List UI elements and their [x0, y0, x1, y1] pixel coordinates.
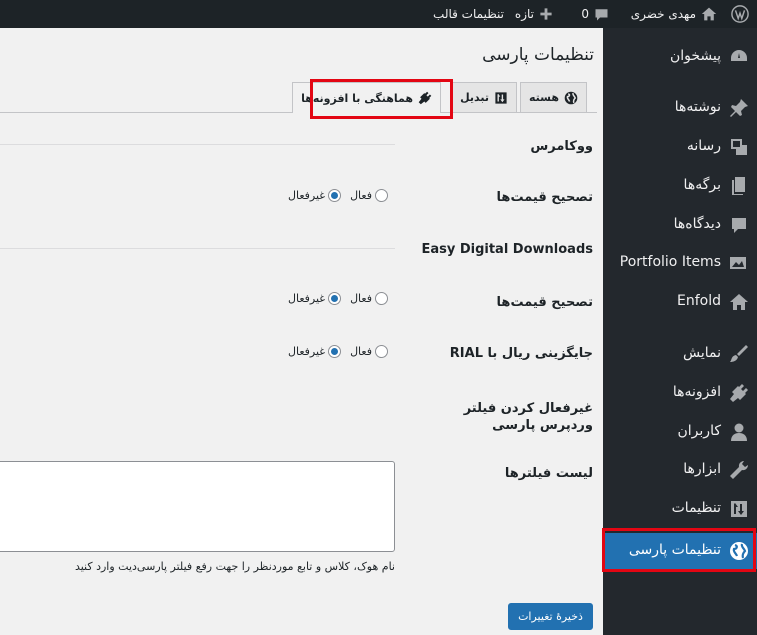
- tab-label: هسته: [529, 91, 559, 104]
- plugin-icon: [418, 91, 432, 105]
- edd-rial-radios: فعال غیرفعال: [288, 345, 388, 358]
- sidebar-item-label: دیدگاه‌ها: [673, 216, 721, 232]
- page-title: تنظیمات پارسی: [482, 45, 594, 65]
- sidebar-item-label: تنظیمات پارسی: [628, 542, 721, 558]
- radio-active[interactable]: [374, 292, 388, 305]
- new-content-link[interactable]: تازه: [515, 0, 553, 28]
- sidebar-item-settings[interactable]: تنظیمات: [603, 491, 757, 527]
- edd-price-fix-radios: فعال غیرفعال: [288, 292, 388, 305]
- tab-label: هماهنگی با افزونه‌ها: [301, 91, 413, 105]
- sidebar-item-portfolio[interactable]: Portfolio Items: [603, 245, 757, 281]
- sidebar-item-posts[interactable]: نوشته‌ها: [603, 90, 757, 126]
- sidebar-item-label: نوشته‌ها: [674, 99, 721, 115]
- sidebar-item-tools[interactable]: ابزارها: [603, 452, 757, 488]
- radio-label-inactive: غیرفعال: [288, 292, 326, 305]
- theme-settings-link[interactable]: تنظیمات قالب: [433, 0, 504, 28]
- media-icon: [731, 139, 747, 155]
- field-label-edd-rial: جایگزینی ریال با RIAL: [449, 346, 593, 361]
- admin-sidebar: پیشخوان نوشته‌ها رسانه برگه‌ها دیدگاه‌ها…: [595, 28, 757, 635]
- sidebar-item-label: ابزارها: [683, 461, 721, 477]
- home-icon: [701, 7, 717, 21]
- sidebar-item-dashboard[interactable]: پیشخوان: [603, 39, 757, 75]
- admin-bar: مهدی خضری 0 تازه تنظیمات قالب: [0, 0, 757, 28]
- home-icon: [730, 294, 748, 310]
- sidebar-item-label: رسانه: [686, 138, 721, 154]
- sidebar-item-label: پیشخوان: [669, 48, 721, 64]
- comments-count: 0: [581, 7, 589, 21]
- sidebar-item-appearance[interactable]: نمایش: [603, 336, 757, 372]
- tab-label: تبدیل: [460, 91, 489, 104]
- sidebar-item-label: کاربران: [677, 423, 721, 439]
- tools-icon: [730, 460, 749, 479]
- sidebar-item-label: Enfold: [677, 293, 721, 309]
- sidebar-item-label: افزونه‌ها: [672, 384, 721, 400]
- radio-active[interactable]: [374, 189, 388, 202]
- tab-plugin-compat[interactable]: هماهنگی با افزونه‌ها: [292, 82, 441, 113]
- sidebar-item-enfold[interactable]: Enfold: [603, 284, 757, 320]
- sidebar-item-users[interactable]: کاربران: [603, 414, 757, 450]
- radio-label-active: فعال: [350, 189, 372, 202]
- sidebar-item-label: تنظیمات: [671, 500, 721, 516]
- woo-price-fix-radios: فعال غیرفعال: [288, 189, 388, 202]
- field-label-woo-price-fix: تصحیح قیمت‌ها: [496, 190, 593, 205]
- field-label-disable-filter: غیرفعال کردن فیلتر وردپرس پارسی: [463, 401, 593, 433]
- new-label: تازه: [514, 7, 534, 21]
- radio-inactive[interactable]: [328, 189, 342, 202]
- filter-list-description: نام هوک، کلاس و تابع موردنظر را جهت رفع …: [74, 560, 395, 573]
- brush-icon: [730, 345, 748, 362]
- section-divider: [0, 248, 395, 249]
- pages-icon: [732, 177, 745, 195]
- section-divider: [0, 144, 395, 145]
- sidebar-item-label: Portfolio Items: [619, 254, 721, 270]
- tab-convert[interactable]: تبدیل: [451, 82, 517, 112]
- field-label-filter-list: لیست فیلترها: [504, 466, 593, 481]
- pin-icon: [730, 99, 748, 117]
- sidebar-item-media[interactable]: رسانه: [603, 129, 757, 165]
- dashboard-icon: [731, 50, 747, 61]
- theme-settings-label: تنظیمات قالب: [433, 7, 504, 21]
- sort-icon: [495, 91, 507, 104]
- filter-list-textarea[interactable]: [0, 461, 395, 552]
- site-name: مهدی خضری: [630, 7, 696, 21]
- radio-inactive[interactable]: [328, 345, 342, 358]
- plus-icon: [540, 8, 552, 20]
- radio-label-active: فعال: [350, 292, 372, 305]
- globe-icon: [730, 542, 748, 560]
- sidebar-item-plugins[interactable]: افزونه‌ها: [603, 375, 757, 411]
- plugins-icon: [730, 384, 748, 402]
- sidebar-item-label: نمایش: [682, 345, 721, 361]
- comments-icon: [732, 218, 746, 233]
- radio-active[interactable]: [374, 345, 388, 358]
- wordpress-logo-icon[interactable]: [731, 0, 749, 28]
- site-name-link[interactable]: مهدی خضری: [631, 0, 717, 28]
- section-title-woocommerce: ووکامرس: [530, 139, 593, 154]
- current-indicator: [595, 543, 603, 559]
- field-label-edd-price-fix: تصحیح قیمت‌ها: [496, 295, 593, 310]
- radio-label-inactive: غیرفعال: [288, 189, 326, 202]
- section-title-edd: Easy Digital Downloads: [421, 242, 593, 257]
- users-icon: [731, 423, 747, 441]
- portfolio-icon: [730, 257, 746, 269]
- sidebar-item-comments[interactable]: دیدگاه‌ها: [603, 207, 757, 243]
- sidebar-item-persian-settings[interactable]: تنظیمات پارسی: [595, 533, 757, 569]
- tab-core[interactable]: هسته: [520, 82, 587, 112]
- globe-icon: [564, 91, 578, 104]
- save-button[interactable]: ذخیرهٔ تغییرات: [508, 603, 593, 630]
- sidebar-item-label: برگه‌ها: [683, 177, 721, 193]
- radio-label-inactive: غیرفعال: [288, 345, 326, 358]
- settings-icon: [731, 501, 747, 517]
- comment-icon: [595, 8, 608, 20]
- radio-label-active: فعال: [350, 345, 372, 358]
- sidebar-item-pages[interactable]: برگه‌ها: [603, 168, 757, 204]
- comments-link[interactable]: 0: [581, 0, 609, 28]
- radio-inactive[interactable]: [328, 292, 342, 305]
